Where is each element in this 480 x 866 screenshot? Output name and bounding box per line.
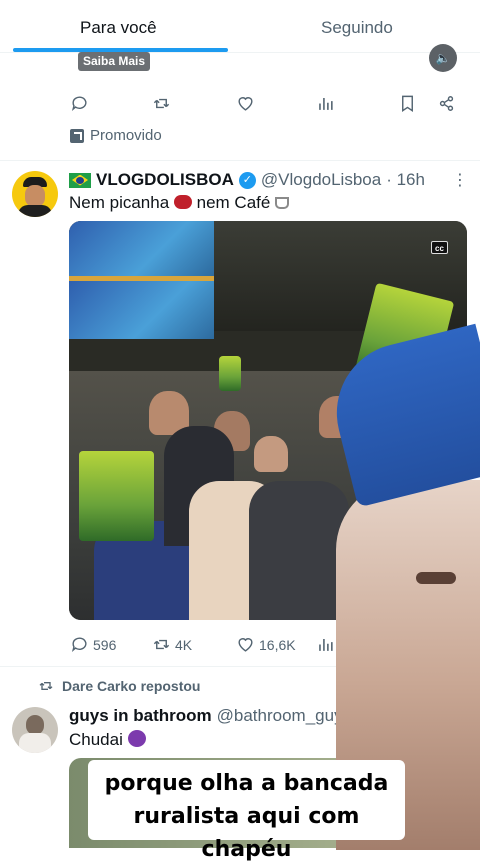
- tweet-header: VLOGDOLISBOA ✓ @VlogdoLisboa · 16h: [69, 170, 425, 190]
- meat-emoji-icon: [173, 195, 192, 209]
- display-name[interactable]: guys in bathroom: [69, 706, 212, 726]
- coffee-emoji-icon: [275, 197, 290, 209]
- video-caption: porque olha a bancada ruralista aqui com…: [88, 760, 405, 862]
- avatar[interactable]: [12, 171, 58, 217]
- reply-count: 596: [93, 636, 117, 653]
- avatar[interactable]: [12, 707, 58, 753]
- mute-video-icon[interactable]: 🔈: [429, 44, 457, 72]
- tweet-text: Nem picanha nem Café: [69, 193, 290, 213]
- repost-button[interactable]: 4K: [152, 635, 192, 654]
- verified-badge-icon: ✓: [238, 171, 256, 189]
- promoted-icon: [70, 128, 84, 143]
- like-icon[interactable]: [236, 94, 255, 113]
- repost-context[interactable]: Dare Carko repostou: [38, 678, 200, 694]
- tweet-header: guys in bathroom @bathroom_guys: [69, 706, 351, 726]
- more-options-icon[interactable]: ⋮: [452, 170, 468, 190]
- share-icon[interactable]: [437, 94, 456, 113]
- tweet-text-part2: nem Café: [196, 193, 271, 212]
- repost-context-icon: [39, 682, 53, 690]
- devil-emoji-icon: [127, 730, 146, 747]
- promoted-label: Promovido: [90, 127, 162, 144]
- handle[interactable]: @VlogdoLisboa: [261, 170, 381, 190]
- reply-button[interactable]: 596: [70, 635, 116, 654]
- closed-captions-icon[interactable]: cc: [431, 241, 448, 254]
- brazil-flag-icon: [69, 172, 91, 188]
- promoted-indicator: Promovido: [70, 127, 162, 144]
- caption-line-1: porque olha a bancada: [104, 771, 389, 796]
- learn-more-button[interactable]: Saiba Mais: [78, 52, 151, 71]
- reply-icon[interactable]: [70, 94, 89, 113]
- prev-post-actions: [0, 94, 480, 118]
- tab-following[interactable]: Seguindo: [321, 18, 393, 38]
- tweet-text: Chudai: [69, 730, 146, 750]
- like-count: 16,6K: [259, 636, 296, 653]
- divider: [0, 160, 480, 161]
- bookmark-icon[interactable]: [398, 94, 417, 113]
- home-tabs: Para você Seguindo: [0, 0, 480, 53]
- tweet-text-part1: Nem picanha: [69, 193, 170, 212]
- tweet-text-body: Chudai: [69, 730, 123, 749]
- display-name[interactable]: VLOGDOLISBOA: [96, 170, 234, 190]
- views-icon[interactable]: [316, 94, 335, 113]
- repost-context-label: Dare Carko repostou: [62, 678, 201, 694]
- repost-icon[interactable]: [152, 94, 171, 113]
- tab-for-you[interactable]: Para você: [80, 18, 157, 38]
- like-button[interactable]: 16,6K: [236, 635, 296, 654]
- caption-line-2: ruralista aqui com chapéu: [133, 804, 360, 862]
- repost-count: 4K: [175, 636, 193, 653]
- timestamp[interactable]: · 16h: [386, 170, 425, 190]
